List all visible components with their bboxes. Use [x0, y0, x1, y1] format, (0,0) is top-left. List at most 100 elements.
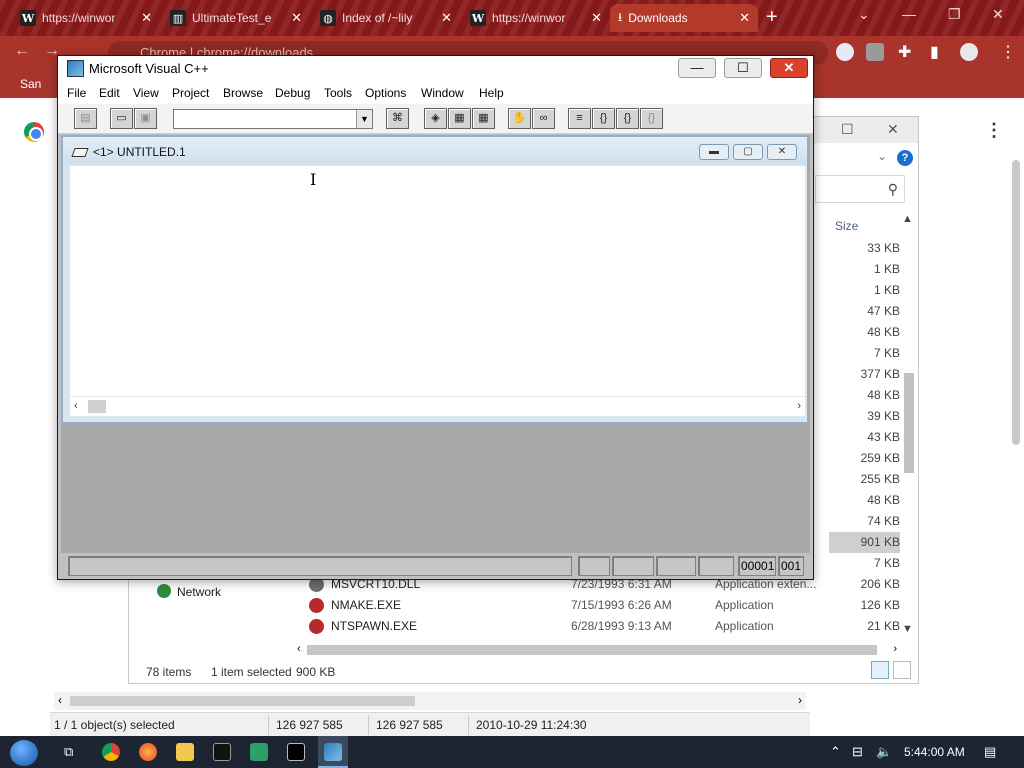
- file-explorer-taskbar-icon[interactable]: [176, 743, 194, 761]
- scroll-down-icon[interactable]: ▼: [902, 623, 913, 635]
- scroll-thumb[interactable]: [88, 400, 106, 413]
- notifications-icon[interactable]: ▤: [984, 744, 996, 760]
- menu-options[interactable]: Options: [365, 86, 406, 100]
- maximize-icon[interactable]: ☐: [841, 121, 854, 138]
- task-view-icon[interactable]: ⧉: [64, 744, 73, 760]
- tray-overflow-icon[interactable]: ⌃: [830, 744, 841, 760]
- child-titlebar[interactable]: <1> UNTITLED.1 ▬ ▢ ✕: [63, 137, 807, 165]
- scroll-left-icon[interactable]: ‹: [74, 400, 78, 412]
- menu-window[interactable]: Window: [421, 86, 464, 100]
- chrome-tab-downloads[interactable]: ⭳ Downloads ✕: [610, 4, 758, 32]
- new-tab-icon[interactable]: +: [766, 6, 778, 29]
- menu-browse[interactable]: Browse: [223, 86, 263, 100]
- chrome-tab-3[interactable]: ◍ Index of /~lily ✕: [312, 4, 460, 32]
- compile-button[interactable]: ◈: [424, 108, 447, 129]
- close-button[interactable]: ✕: [770, 58, 808, 78]
- page-scrollbar[interactable]: [1008, 160, 1022, 460]
- minimize-button[interactable]: —: [678, 58, 716, 78]
- taskbar-clock[interactable]: 5:44:00 AM: [904, 745, 965, 759]
- back-icon[interactable]: ←: [14, 42, 30, 60]
- menu-file[interactable]: File: [67, 86, 86, 100]
- save-button[interactable]: ▣: [134, 108, 157, 129]
- notepad-taskbar-icon[interactable]: [250, 743, 268, 761]
- downloads-menu-icon[interactable]: ⋮: [985, 120, 1003, 141]
- find-button[interactable]: ⌘: [386, 108, 409, 129]
- details-view-icon[interactable]: [871, 661, 889, 679]
- child-close-button[interactable]: ✕: [767, 144, 797, 160]
- scroll-left-icon[interactable]: ‹: [297, 643, 301, 655]
- command-prompt-taskbar-icon[interactable]: [213, 743, 231, 761]
- scroll-thumb[interactable]: [1012, 160, 1020, 445]
- child-maximize-button[interactable]: ▢: [733, 144, 763, 160]
- tab-close-icon[interactable]: ✕: [141, 10, 152, 26]
- side-panel-icon[interactable]: ▮: [930, 42, 939, 62]
- help-icon[interactable]: ?: [897, 150, 913, 166]
- find-combo[interactable]: ▼: [173, 109, 373, 129]
- rebuild-all-button[interactable]: ▦: [472, 108, 495, 129]
- chrome-tab-2[interactable]: ▥ UltimateTest_e ✕: [162, 4, 310, 32]
- tab-search-icon[interactable]: ⌄: [858, 6, 870, 23]
- source-editor[interactable]: I: [70, 166, 805, 396]
- quick-watch-button[interactable]: ∞: [532, 108, 555, 129]
- explorer-vscrollbar[interactable]: ▲ ▼: [901, 213, 917, 637]
- scroll-right-icon[interactable]: ›: [893, 643, 897, 655]
- large-icons-view-icon[interactable]: [893, 661, 911, 679]
- bookmark-item[interactable]: San: [20, 77, 41, 91]
- child-minimize-button[interactable]: ▬: [699, 144, 729, 160]
- step-into-button[interactable]: {}: [592, 108, 615, 129]
- explorer-hscrollbar[interactable]: ‹ ›: [297, 643, 897, 657]
- seven-zip-taskbar-icon[interactable]: [287, 743, 305, 761]
- menu-help[interactable]: Help: [479, 86, 504, 100]
- minimize-icon[interactable]: —: [902, 6, 916, 22]
- maximize-button[interactable]: ☐: [724, 58, 762, 78]
- file-row[interactable]: NTSPAWN.EXE 6/28/1993 9:13 AM Applicatio…: [309, 616, 900, 637]
- extension-s-icon[interactable]: [866, 43, 884, 61]
- profile-ext-icon[interactable]: [836, 43, 854, 61]
- volume-icon[interactable]: 🔈: [876, 744, 892, 760]
- chrome-taskbar-icon[interactable]: [102, 743, 120, 761]
- vc-titlebar[interactable]: Microsoft Visual C++ — ☐ ✕: [58, 56, 813, 82]
- go-button[interactable]: ≡: [568, 108, 591, 129]
- close-icon[interactable]: ✕: [887, 121, 899, 138]
- restore-icon[interactable]: ❐: [948, 6, 961, 23]
- chevron-down-icon[interactable]: ▼: [356, 110, 372, 128]
- close-icon[interactable]: ✕: [992, 6, 1004, 23]
- start-button-icon[interactable]: [10, 740, 38, 766]
- scroll-thumb[interactable]: [307, 645, 877, 655]
- menu-view[interactable]: View: [133, 86, 159, 100]
- visual-cpp-app-icon[interactable]: [67, 60, 84, 77]
- scroll-thumb[interactable]: [70, 696, 415, 706]
- build-button[interactable]: ▦: [448, 108, 471, 129]
- chevron-down-icon[interactable]: ⌄: [877, 149, 887, 163]
- editor-hscrollbar[interactable]: ‹ ›: [70, 396, 805, 416]
- tab-close-icon[interactable]: ✕: [739, 10, 750, 26]
- open-file-button[interactable]: ▭: [110, 108, 133, 129]
- menu-debug[interactable]: Debug: [275, 86, 310, 100]
- chrome-tab-1[interactable]: W https://winwor ✕: [12, 4, 160, 32]
- step-over-button[interactable]: {}: [616, 108, 639, 129]
- nav-network[interactable]: Network: [157, 584, 221, 599]
- tab-close-icon[interactable]: ✕: [441, 10, 452, 26]
- menu-edit[interactable]: Edit: [99, 86, 120, 100]
- firefox-taskbar-icon[interactable]: [139, 743, 157, 761]
- search-box[interactable]: ⚲: [815, 175, 905, 203]
- scroll-right-icon[interactable]: ›: [797, 400, 801, 412]
- new-file-button[interactable]: ▤: [74, 108, 97, 129]
- step-out-button[interactable]: {}: [640, 108, 663, 129]
- network-tray-icon[interactable]: ⊟: [852, 744, 863, 760]
- scroll-up-icon[interactable]: ▲: [902, 213, 913, 225]
- scroll-thumb[interactable]: [904, 373, 914, 473]
- size-cell-selected[interactable]: 901 KB: [829, 532, 900, 553]
- puzzle-icon[interactable]: ✚: [898, 42, 911, 62]
- size-column-header[interactable]: Size: [835, 219, 858, 233]
- tab-close-icon[interactable]: ✕: [291, 10, 302, 26]
- file-row[interactable]: NMAKE.EXE 7/15/1993 6:26 AM Application …: [309, 595, 900, 616]
- file-manager-hscrollbar[interactable]: ‹ ›: [54, 692, 806, 710]
- menu-kebab-icon[interactable]: ⋮: [1000, 42, 1016, 62]
- menu-project[interactable]: Project: [172, 86, 209, 100]
- scroll-right-icon[interactable]: ›: [798, 693, 802, 707]
- chrome-tab-4[interactable]: W https://winwor ✕: [462, 4, 610, 32]
- menu-tools[interactable]: Tools: [324, 86, 352, 100]
- stop-build-button[interactable]: ✋: [508, 108, 531, 129]
- avatar-icon[interactable]: [960, 43, 978, 61]
